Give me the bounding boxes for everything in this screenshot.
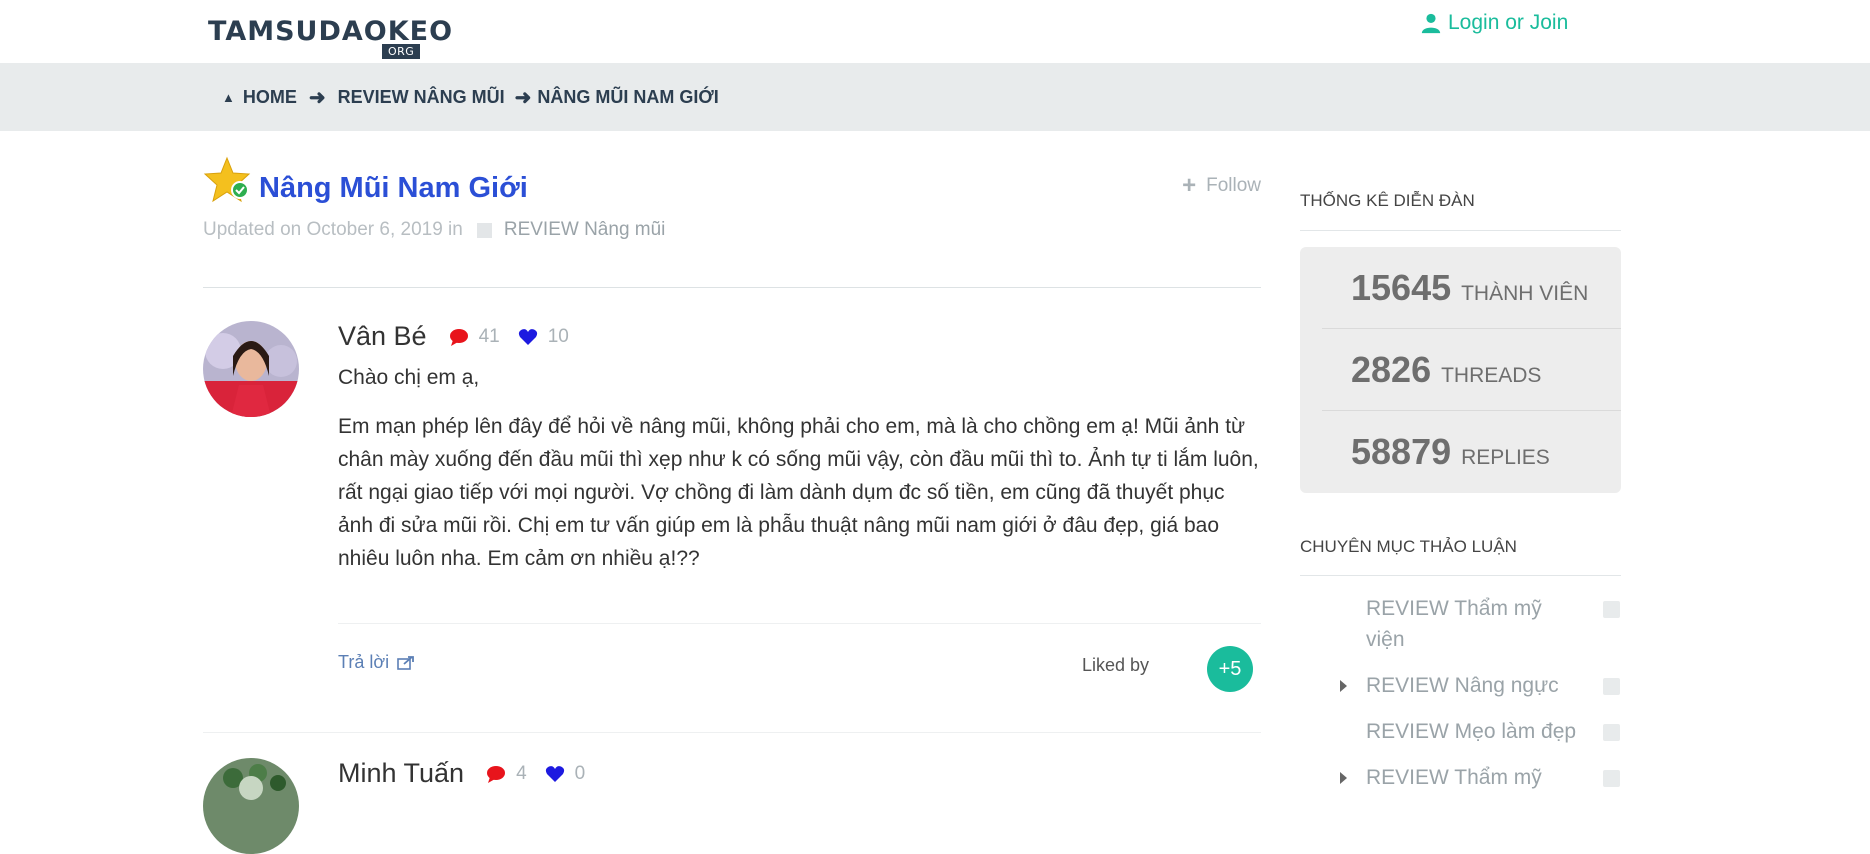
category-icon [1603, 601, 1620, 618]
breadcrumb-bar: ▲ HOME ➜ REVIEW Nâng mũi ➜ NÂNG MŨI NAM … [0, 63, 1870, 131]
avatar[interactable] [203, 321, 299, 417]
category-icon [1603, 724, 1620, 741]
stat-members-line: 15645 THÀNH VIÊN [1351, 267, 1588, 309]
stat-members-label: THÀNH VIÊN [1461, 282, 1589, 305]
stat-replies: 58879 REPLIES [1322, 411, 1621, 493]
comment-count: 4 [486, 763, 527, 785]
user-icon [1421, 13, 1441, 34]
divider [1300, 575, 1621, 576]
expand-arrow-icon[interactable] [1340, 772, 1347, 784]
site-header: TAMSUDAOKEO ORG Login or Join [0, 0, 1870, 63]
stat-threads-line: 2826 THREADS [1351, 349, 1541, 391]
topic-category-link[interactable]: REVIEW Nâng mũi [504, 219, 666, 241]
login-join-link[interactable]: Login or Join [1420, 11, 1568, 35]
category-icon [1603, 770, 1620, 787]
home-icon: ▲ [222, 89, 235, 105]
liked-by-more-badge[interactable]: +5 [1207, 646, 1253, 692]
heart-icon [545, 765, 564, 782]
forum-stats-heading: THỐNG KÊ DIỄN ĐÀN [1300, 191, 1475, 210]
avatar[interactable] [203, 758, 299, 854]
forum-stats-box: 15645 THÀNH VIÊN 2826 THREADS 58879 REPLIES [1300, 247, 1621, 493]
comment-count-value: 41 [478, 325, 500, 347]
topic-title: Nâng Mũi Nam Giới [259, 172, 528, 204]
comment-icon [449, 328, 468, 346]
stat-replies-value: 58879 [1351, 431, 1452, 472]
heart-icon [518, 328, 537, 345]
topic-header: Nâng Mũi Nam Giới + Follow [203, 156, 1261, 216]
stat-threads-label: THREADS [1441, 364, 1542, 387]
arrow-right-icon: ➜ [514, 86, 532, 109]
category-icon [1603, 678, 1620, 695]
stat-replies-line: 58879 REPLIES [1351, 431, 1550, 473]
categories-heading: CHUYÊN MỤC THẢO LUẬN [1300, 537, 1517, 556]
like-count-value: 10 [547, 325, 569, 347]
breadcrumb-item-current: ➜ NÂNG MŨI NAM GIỚI [505, 85, 719, 110]
stat-threads-value: 2826 [1351, 349, 1432, 390]
like-count: 10 [518, 326, 569, 348]
plus-icon: + [1182, 172, 1197, 199]
breadcrumb-home-label: HOME [242, 86, 297, 107]
reply-label: Trả lời [338, 652, 390, 672]
like-count-value: 0 [574, 762, 586, 784]
breadcrumb: ▲ HOME ➜ REVIEW Nâng mũi ➜ NÂNG MŨI NAM … [222, 63, 719, 131]
author-name[interactable]: Minh Tuấn [338, 758, 464, 789]
post-body: Vân Bé 41 10 Chào chị em ạ, Em mạn phép … [338, 321, 1261, 575]
category-icon [476, 222, 492, 238]
comment-count: 41 [449, 326, 500, 348]
stat-members: 15645 THÀNH VIÊN [1322, 247, 1621, 329]
arrow-right-icon: ➜ [308, 86, 326, 109]
post-greeting: Chào chị em ạ, [338, 366, 480, 389]
star-badge-icon [203, 156, 251, 203]
share-icon [397, 656, 415, 670]
category-label: REVIEW Thẩm mỹ [1366, 766, 1542, 789]
category-label: REVIEW Thẩm mỹ viện [1366, 597, 1542, 651]
post-author-row: Vân Bé 41 10 [338, 321, 1261, 352]
liked-by-label: Liked by [1082, 655, 1150, 675]
follow-label: Follow [1206, 175, 1261, 196]
post-author-row: Minh Tuấn 4 0 [338, 758, 603, 789]
divider [203, 732, 1261, 733]
breadcrumb-item-review[interactable]: ➜ REVIEW Nâng mũi [297, 85, 505, 110]
updated-text: Updated on October 6, 2019 in [203, 219, 463, 240]
category-label: REVIEW Nâng ngực [1366, 674, 1559, 697]
breadcrumb-review-label: REVIEW Nâng mũi [337, 86, 505, 107]
comment-count-value: 4 [516, 762, 527, 784]
expand-arrow-icon[interactable] [1340, 680, 1347, 692]
logo-suffix: ORG [382, 44, 421, 59]
divider [1300, 230, 1621, 231]
post-content: Em mạn phép lên đây để hỏi về nâng mũi, … [338, 415, 1259, 570]
logo-text: TAMSUDAOKEO [208, 16, 454, 47]
follow-button[interactable]: + Follow [1182, 172, 1261, 200]
like-count: 0 [545, 762, 586, 785]
divider [203, 287, 1261, 288]
comment-icon [487, 765, 506, 783]
author-name[interactable]: Vân Bé [338, 321, 427, 352]
breadcrumb-home[interactable]: ▲ HOME [222, 87, 297, 108]
post-footer: Trả lời Liked by +5 [338, 623, 1261, 703]
category-label: REVIEW Mẹo làm đẹp [1366, 720, 1577, 743]
site-logo[interactable]: TAMSUDAOKEO ORG [208, 16, 454, 59]
reply-button[interactable]: Trả lời [338, 652, 415, 673]
login-label: Login or Join [1448, 11, 1569, 34]
breadcrumb-current-label: NÂNG MŨI NAM GIỚI [537, 86, 719, 107]
stat-members-value: 15645 [1351, 267, 1452, 308]
stat-replies-label: REPLIES [1461, 446, 1550, 469]
stat-threads: 2826 THREADS [1322, 329, 1621, 411]
topic-meta: Updated on October 6, 2019 in REVIEW Nân… [203, 219, 665, 241]
